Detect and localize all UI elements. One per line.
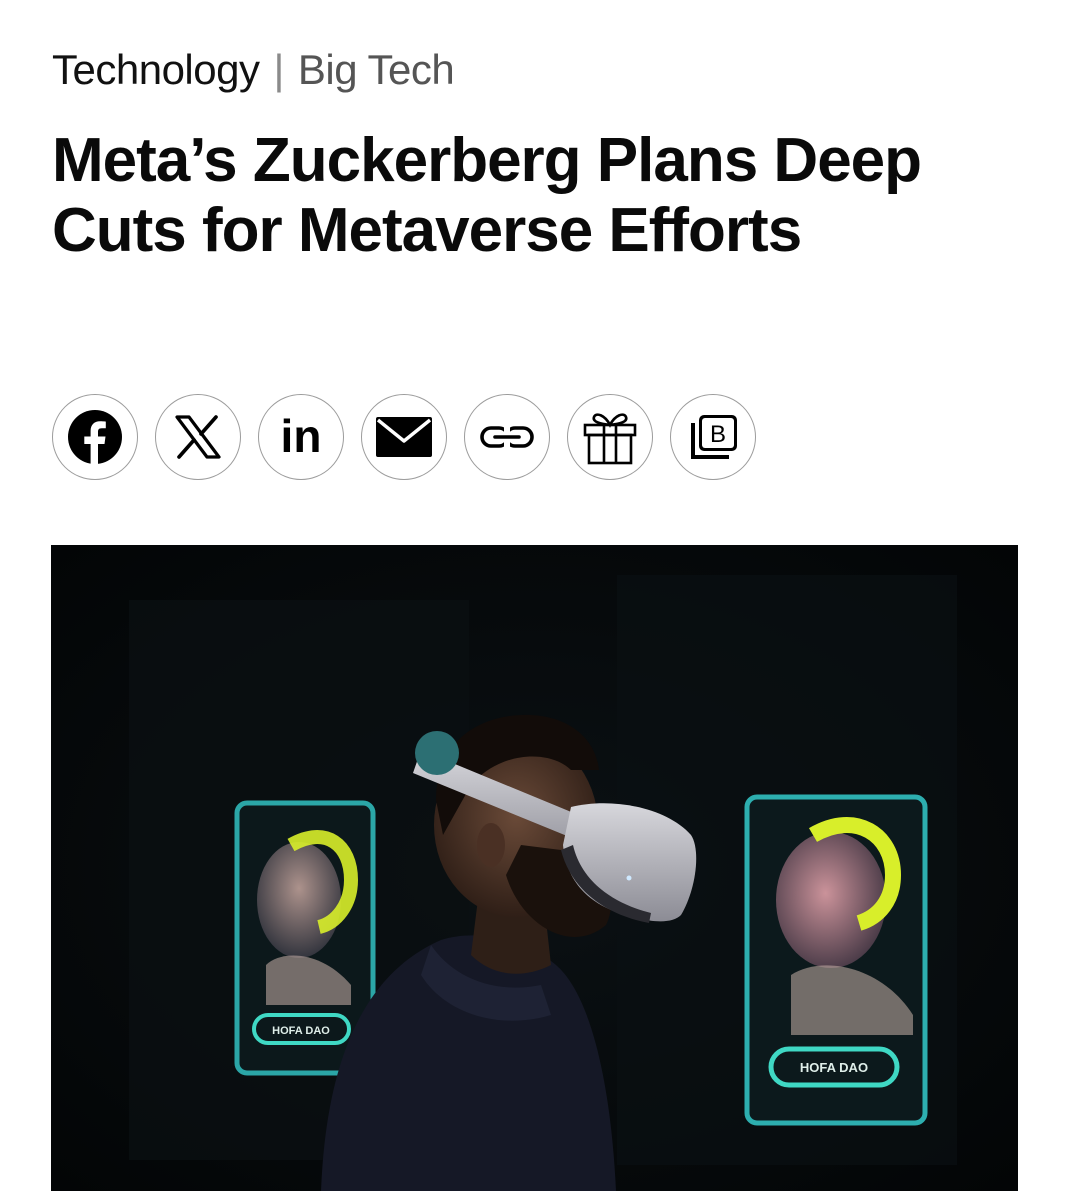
link-icon (480, 426, 534, 448)
breadcrumb-section-link[interactable]: Technology (52, 44, 260, 96)
facebook-icon (68, 410, 122, 465)
share-email-button[interactable] (361, 394, 447, 480)
email-icon (376, 417, 432, 457)
share-x-button[interactable] (155, 394, 241, 480)
hero-photo: HOFA DAO HOFA DAO (51, 545, 1018, 1191)
svg-text:HOFA DAO: HOFA DAO (800, 1060, 868, 1075)
bloomberg-terminal-icon: B (691, 415, 737, 459)
bloomberg-terminal-button[interactable]: B (670, 394, 756, 480)
share-toolbar: in B (52, 394, 756, 480)
gift-article-button[interactable] (567, 394, 653, 480)
breadcrumb-separator: | (273, 46, 284, 93)
share-linkedin-button[interactable]: in (258, 394, 344, 480)
svg-text:in: in (281, 412, 322, 462)
linkedin-icon: in (281, 412, 322, 462)
breadcrumb-subsection-link[interactable]: Big Tech (298, 44, 455, 96)
article-headline: Meta’s Zuckerberg Plans Deep Cuts for Me… (52, 126, 922, 265)
copy-link-button[interactable] (464, 394, 550, 480)
x-icon (175, 415, 221, 459)
vr-headset-photo: HOFA DAO HOFA DAO (51, 545, 1018, 1191)
share-facebook-button[interactable] (52, 394, 138, 480)
right-display-screen: HOFA DAO (744, 794, 928, 1126)
svg-text:B: B (710, 421, 726, 448)
gift-icon (583, 413, 637, 465)
breadcrumb: Technology | Big Tech (52, 44, 455, 96)
svg-text:HOFA DAO: HOFA DAO (272, 1025, 330, 1037)
